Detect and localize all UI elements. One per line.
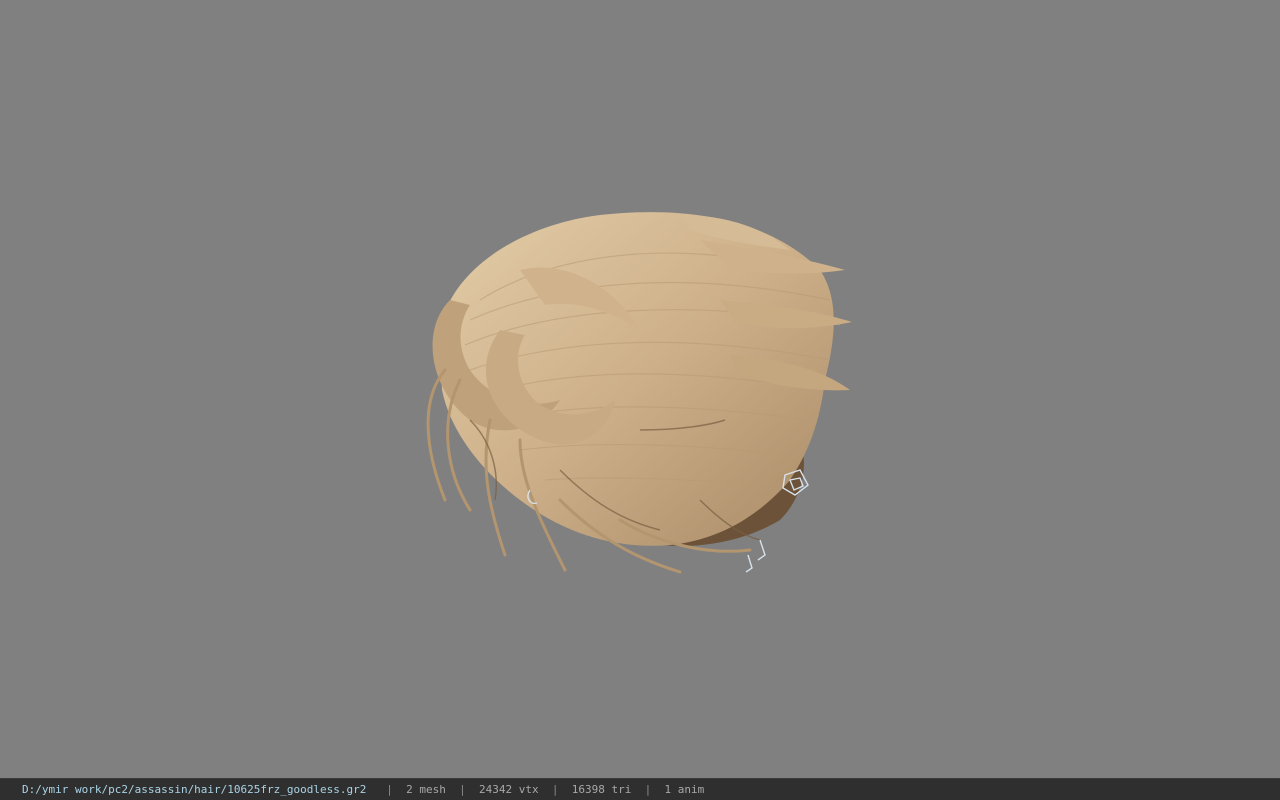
status-separator: | (644, 783, 652, 796)
3d-viewport[interactable] (0, 0, 1280, 778)
status-bar: D:/ymir work/pc2/assassin/hair/10625frz_… (0, 778, 1280, 800)
mesh-count-label: 2 mesh (406, 783, 446, 796)
vertex-count-label: 24342 vtx (479, 783, 539, 796)
triangle-count-label: 16398 tri (571, 783, 632, 796)
file-path-label: D:/ymir work/pc2/assassin/hair/10625frz_… (22, 783, 367, 796)
hair-model-render[interactable] (0, 0, 1280, 778)
status-separator: | (386, 783, 393, 796)
status-separator: | (459, 783, 466, 796)
anim-count-label: 1 anim (664, 783, 705, 796)
status-separator: | (551, 783, 559, 796)
